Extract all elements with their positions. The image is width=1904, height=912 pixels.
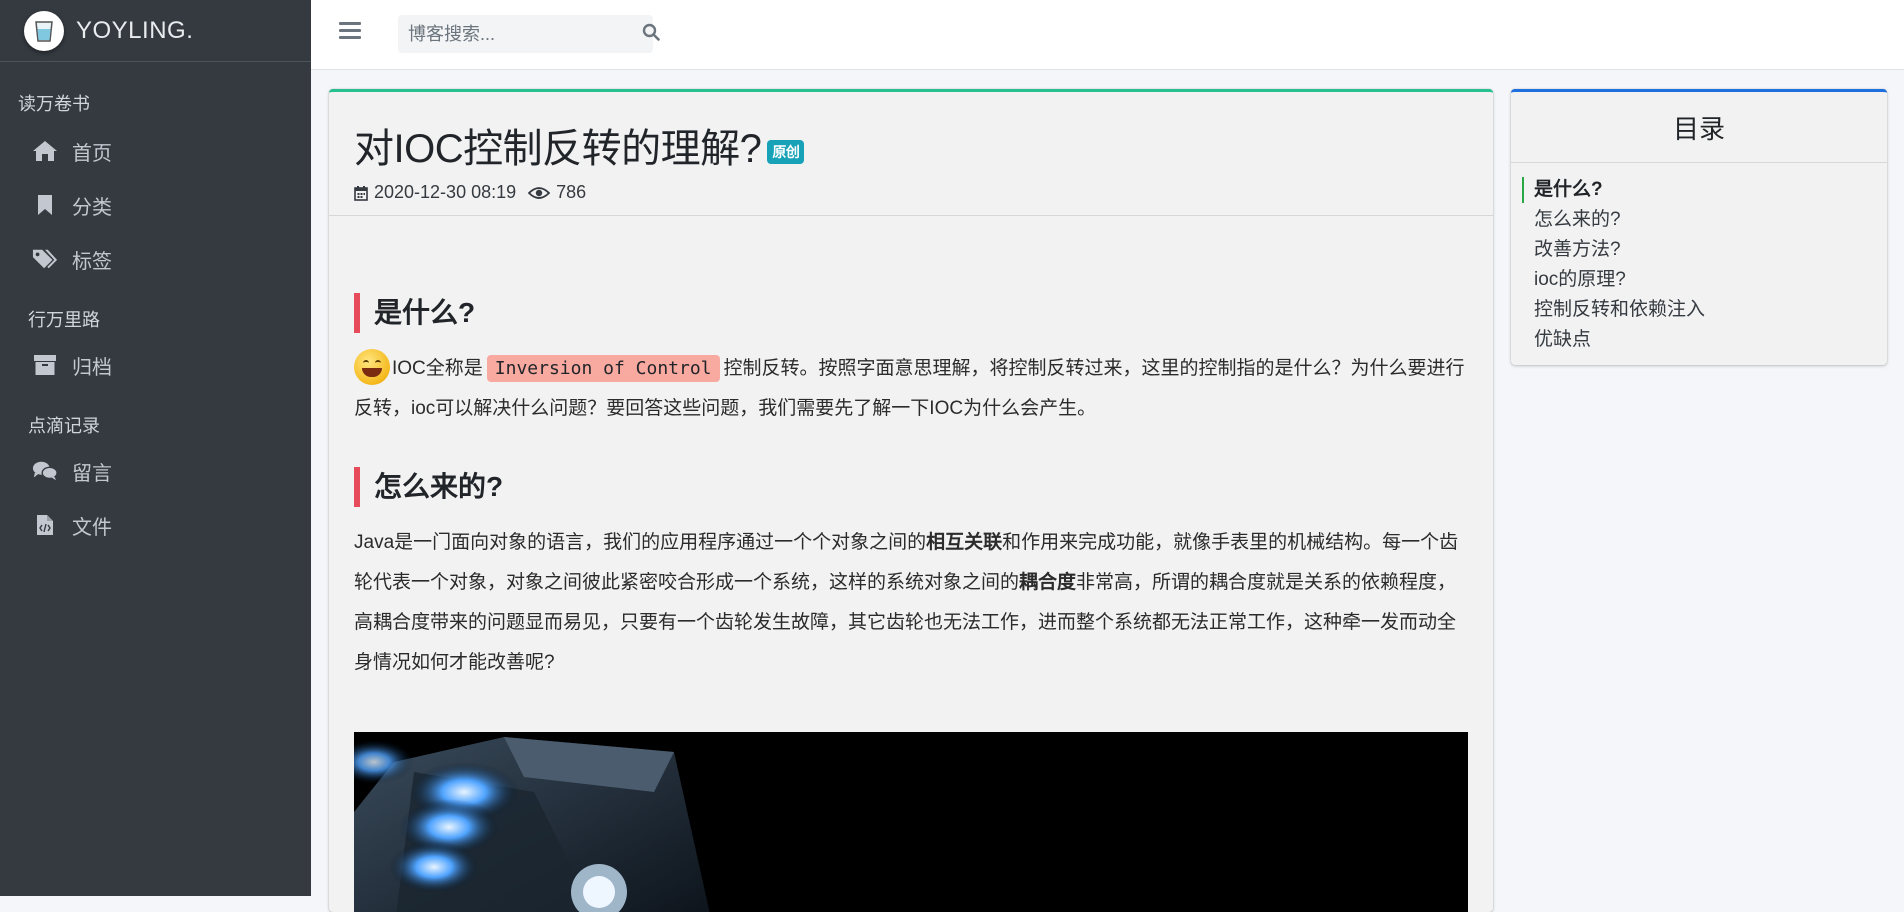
home-icon: [32, 138, 58, 164]
sidebar-item-messages[interactable]: 留言: [0, 444, 311, 498]
toc-item-principle[interactable]: ioc的原理?: [1511, 265, 1887, 295]
bookmark-icon: [32, 192, 58, 218]
sidebar-item-home[interactable]: 首页: [0, 124, 311, 178]
nav-header-reading: 读万卷书: [18, 94, 90, 114]
sidebar-item-label: 留言: [72, 462, 112, 485]
paragraph-what: IOC全称是 Inversion of Control 控制反转。按照字面意思理解，…: [354, 348, 1468, 429]
search-form: [398, 14, 660, 54]
sidebar-item-label: 首页: [72, 142, 112, 165]
comments-icon: [32, 458, 58, 484]
post-views: 786: [556, 182, 587, 202]
grinning-emoji-icon: [354, 348, 390, 385]
post-hero-image: [354, 732, 1468, 912]
sidebar: YOYLING. 读万卷书 首页 分类 标签 行万里路 归档 点滴记录 留言 文…: [0, 0, 311, 896]
archive-icon: [32, 352, 58, 378]
search-button[interactable]: [642, 15, 660, 53]
text-ioc-intro: IOC全称是: [392, 358, 483, 379]
sidebar-item-tags[interactable]: 标签: [0, 232, 311, 286]
nav-header-travel: 行万里路: [28, 310, 100, 330]
search-icon: [642, 23, 660, 46]
bold-coupling: 耦合度: [1019, 572, 1077, 593]
inline-code: Inversion of Control: [486, 355, 720, 382]
section-heading-what: 是什么?: [354, 293, 1468, 333]
sidebar-item-category[interactable]: 分类: [0, 178, 311, 232]
post-card: 对IOC控制反转的理解? 原创 2020-12-30 08:19 786 是什么…: [329, 89, 1493, 912]
toc-item-what[interactable]: 是什么?: [1511, 175, 1887, 205]
menu-toggle-icon[interactable]: [339, 22, 361, 42]
toc-card: 目录 是什么? 怎么来的? 改善方法? ioc的原理? 控制反转和依赖注入 优缺…: [1511, 89, 1887, 365]
toc-title: 目录: [1511, 92, 1887, 163]
search-input[interactable]: [398, 14, 642, 54]
eye-icon: [528, 186, 551, 200]
toc-item-ioc-di[interactable]: 控制反转和依赖注入: [1511, 295, 1887, 325]
paragraph-origin: Java是一门面向对象的语言，我们的应用程序通过一个个对象之间的相互关联和作用来…: [354, 523, 1468, 683]
text-origin-1: Java是一门面向对象的语言，我们的应用程序通过一个个对象之间的: [354, 532, 927, 553]
sidebar-item-label: 分类: [72, 196, 112, 219]
toc-item-origin[interactable]: 怎么来的?: [1511, 205, 1887, 235]
post-title-row: 对IOC控制反转的理解? 原创: [354, 116, 1468, 174]
sidebar-item-archive[interactable]: 归档: [0, 338, 311, 392]
toc-item-pros-cons[interactable]: 优缺点: [1511, 325, 1887, 355]
original-badge: 原创: [767, 140, 805, 164]
post-date: 2020-12-30 08:19: [374, 182, 517, 202]
brand-name: YOYLING.: [76, 16, 194, 44]
calendar-icon: [354, 185, 368, 201]
sidebar-item-files[interactable]: 文件: [0, 498, 311, 552]
tags-icon: [32, 246, 58, 272]
top-navbar: [311, 0, 1904, 70]
post-content: 是什么? IOC全称是 Inversion of Control 控制反转。按照字面…: [329, 216, 1493, 683]
nav-header-records: 点滴记录: [28, 416, 100, 436]
post-title: 对IOC控制反转的理解?: [354, 127, 762, 171]
sidebar-item-label: 归档: [72, 356, 112, 379]
toc-list: 是什么? 怎么来的? 改善方法? ioc的原理? 控制反转和依赖注入 优缺点: [1511, 163, 1887, 355]
sidebar-item-label: 文件: [72, 516, 112, 539]
brand-link[interactable]: YOYLING.: [0, 0, 311, 62]
toc-item-improve[interactable]: 改善方法?: [1511, 235, 1887, 265]
file-code-icon: [32, 512, 58, 538]
bold-mutual-association: 相互关联: [926, 532, 1003, 553]
post-header: 对IOC控制反转的理解? 原创 2020-12-30 08:19 786: [329, 92, 1493, 216]
section-heading-origin: 怎么来的?: [354, 467, 1468, 507]
sidebar-item-label: 标签: [72, 250, 112, 273]
brand-logo: [24, 10, 64, 51]
post-meta: 2020-12-30 08:19 786: [354, 182, 1468, 203]
